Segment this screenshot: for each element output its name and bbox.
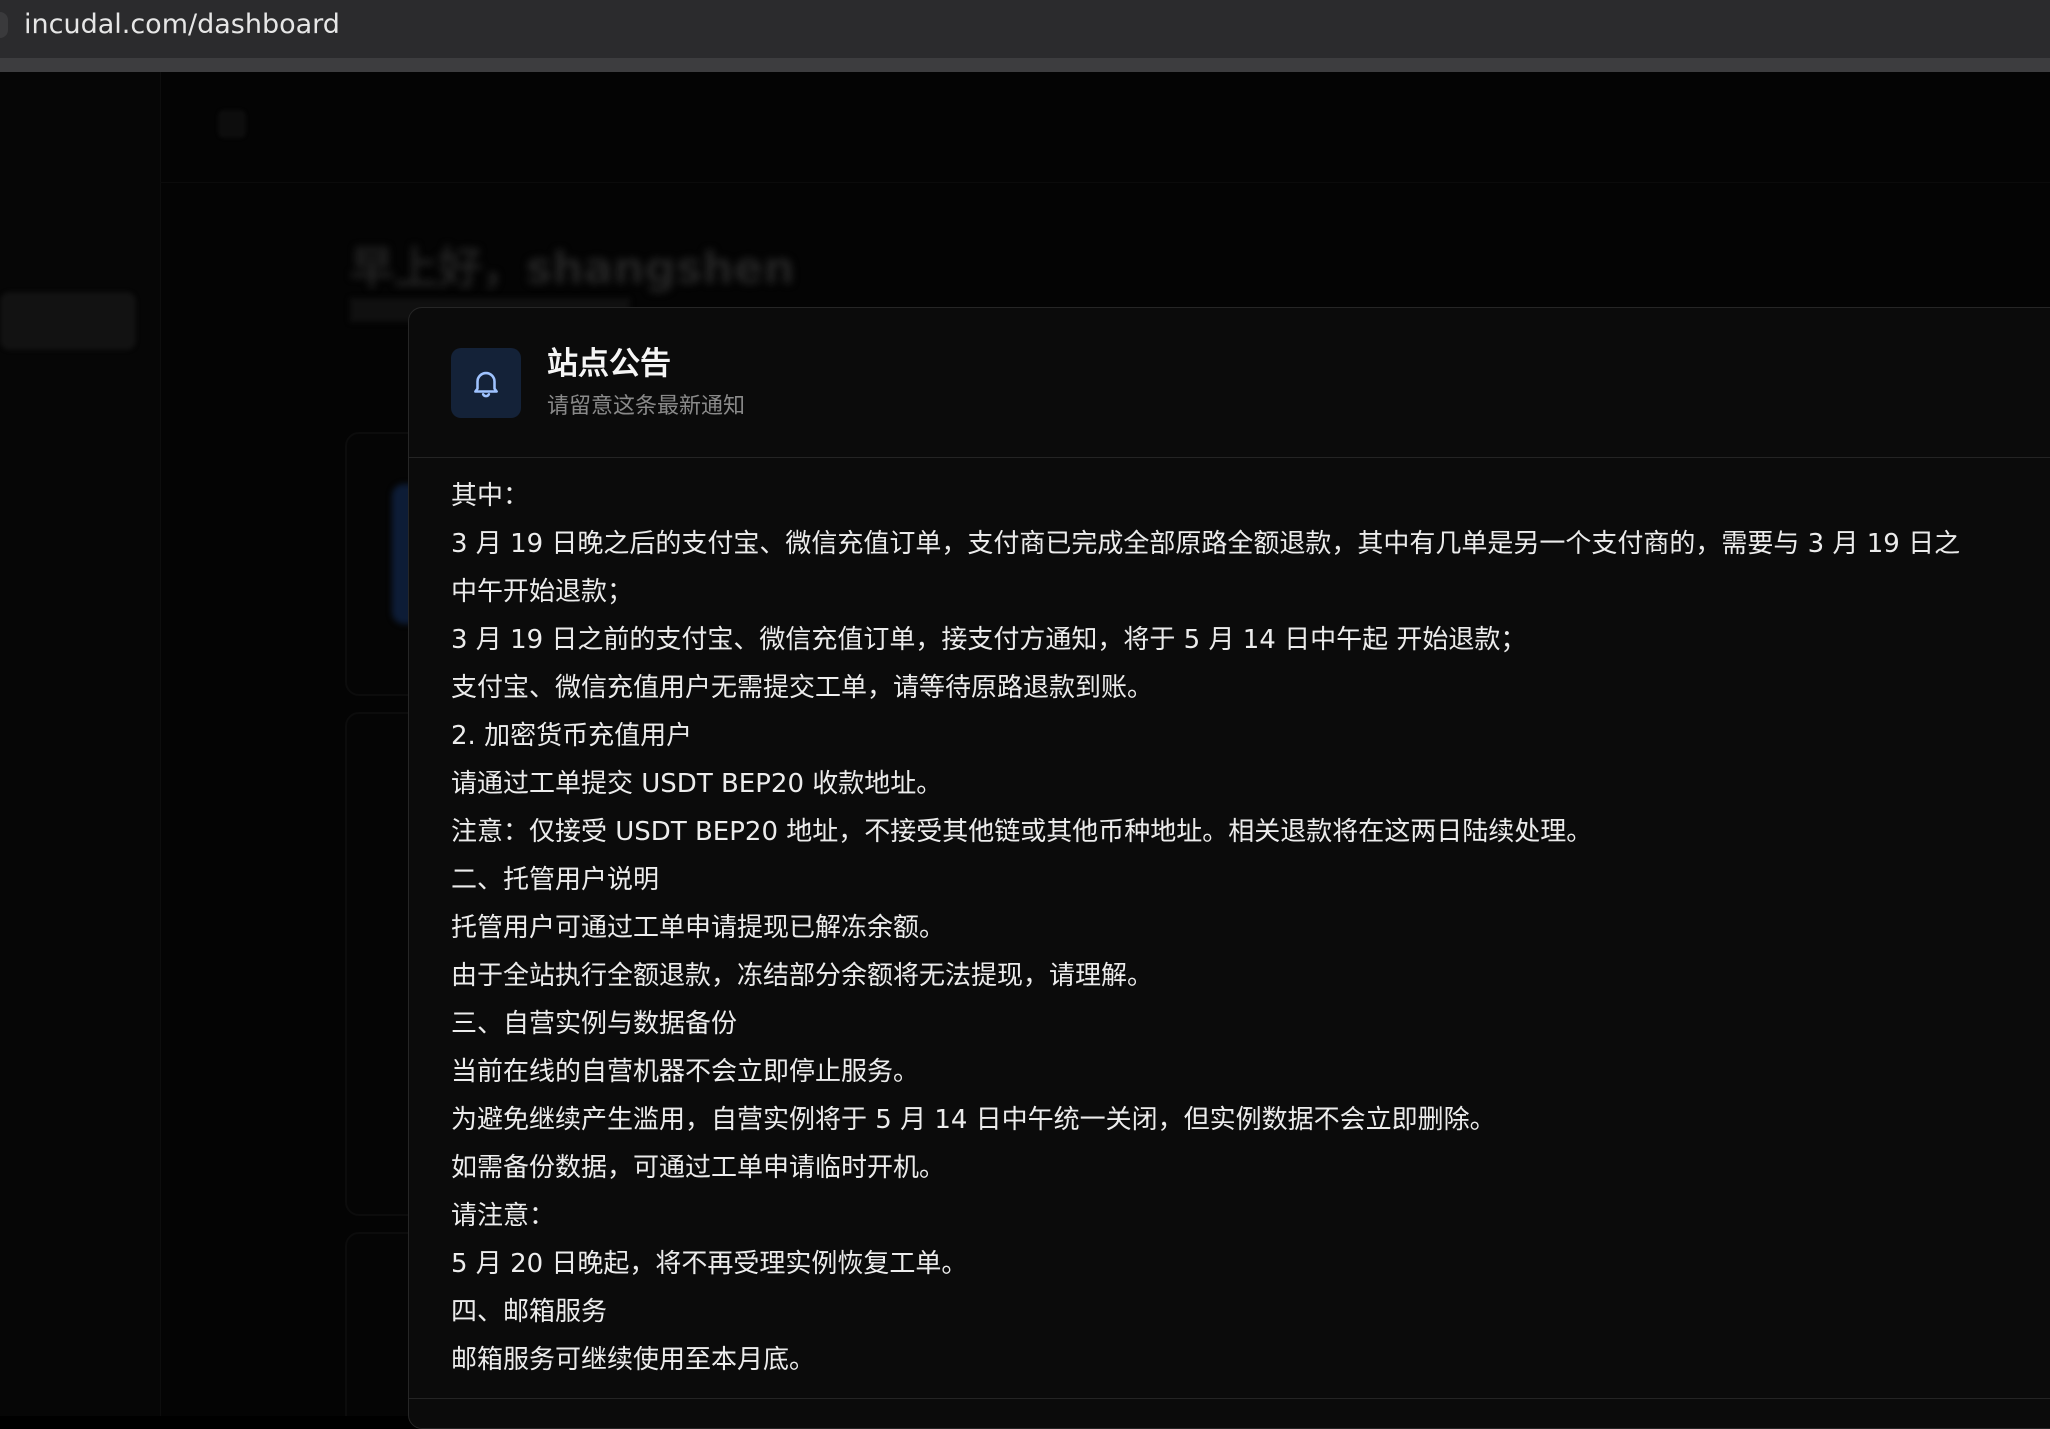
announcement-line: 3 月 19 日晚之后的支付宝、微信充值订单，支付商已完成全部原路全额退款，其中… [451, 529, 1961, 559]
announcement-line: 托管用户可通过工单申请提现已解冻余额。 [451, 913, 946, 943]
announcement-line: 请通过工单提交 USDT BEP20 收款地址。 [451, 769, 943, 799]
announcement-line: 如需备份数据，可通过工单申请临时开机。 [451, 1153, 946, 1183]
announcement-line: 由于全站执行全额退款，冻结部分余额将无法提现，请理解。 [451, 961, 1154, 991]
announcement-line: 当前在线的自营机器不会立即停止服务。 [451, 1057, 920, 1087]
top-navigation [160, 72, 2050, 183]
announcement-dialog: 站点公告 请留意这条最新通知 其中： 3 月 19 日晚之后的支付宝、微信充值订… [408, 307, 2050, 1429]
announcement-line: 5 月 20 日晚起，将不再受理实例恢复工单。 [451, 1249, 968, 1279]
announcement-title: 站点公告 [547, 346, 671, 382]
announcement-line: 请注意： [451, 1201, 556, 1231]
announcement-line: 三、自营实例与数据备份 [451, 1009, 738, 1039]
announcement-line: 邮箱服务可继续使用至本月底。 [451, 1345, 816, 1375]
dashboard-greeting: 早上好，shangshen [350, 243, 795, 294]
announcement-line: 二、托管用户说明 [451, 865, 660, 895]
announcement-line: 中午开始退款； [451, 577, 634, 607]
menu-toggle-icon[interactable] [218, 110, 246, 138]
announcement-line: 2. 加密货币充值用户 [451, 721, 693, 751]
announcement-subtitle: 请留意这条最新通知 [547, 394, 746, 419]
bell-icon [451, 348, 521, 418]
announcement-footer [409, 1398, 2050, 1428]
announcement-line: 四、邮箱服务 [451, 1297, 608, 1327]
announcement-line: 注意：仅接受 USDT BEP20 地址，不接受其他链或其他币种地址。相关退款将… [451, 817, 1593, 847]
address-bar-url[interactable]: incudal.com/dashboard [24, 8, 340, 42]
browser-toolbar: incudal.com/dashboard [0, 0, 2050, 58]
announcement-line: 支付宝、微信充值用户无需提交工单，请等待原路退款到账。 [451, 673, 1154, 703]
announcement-line: 为避免继续产生滥用，自营实例将于 5 月 14 日中午统一关闭，但实例数据不会立… [451, 1105, 1496, 1135]
sidebar-active-item[interactable] [0, 292, 136, 350]
announcement-line: 其中： [451, 481, 530, 511]
browser-tab-edge [0, 12, 8, 38]
announcement-header: 站点公告 请留意这条最新通知 [409, 308, 2050, 458]
announcement-text-lines: 其中： 3 月 19 日晚之后的支付宝、微信充值订单，支付商已完成全部原路全额退… [451, 472, 2050, 1384]
announcement-content[interactable]: 其中： 3 月 19 日晚之后的支付宝、微信充值订单，支付商已完成全部原路全额退… [409, 458, 2050, 1398]
browser-divider [0, 58, 2050, 72]
announcement-line: 3 月 19 日之前的支付宝、微信充值订单，接支付方通知，将于 5 月 14 日… [451, 625, 1527, 655]
sidebar [0, 72, 161, 1416]
